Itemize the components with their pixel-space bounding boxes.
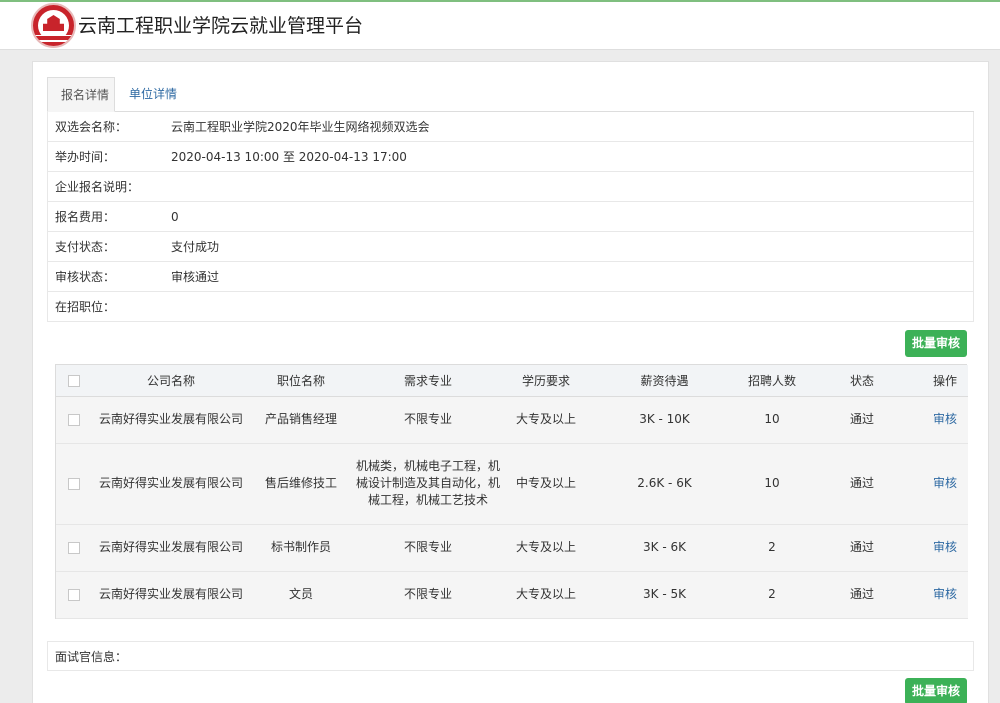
row-select-cell	[56, 571, 91, 619]
column-header: 招聘人数	[742, 365, 802, 397]
status-cell: 通过	[802, 443, 922, 525]
info-row-open-positions: 在招职位：	[48, 292, 973, 322]
top-header: 云南工程职业学院云就业管理平台	[0, 0, 1000, 50]
count-cell: 2	[742, 571, 802, 619]
position-cell: 产品销售经理	[251, 396, 351, 444]
row-checkbox[interactable]	[67, 541, 80, 554]
row-checkbox[interactable]	[67, 588, 80, 601]
table-row: 云南好得实业发展有限公司 售后维修技工 机械类，机械电子工程，机械设计制造及其自…	[56, 443, 968, 525]
column-header: 需求专业	[351, 365, 505, 397]
column-header: 学历要求	[505, 365, 587, 397]
review-link[interactable]: 审核	[933, 476, 957, 490]
salary-cell: 3K - 10K	[587, 396, 742, 444]
main-panel: 报名详情 单位详情 双选会名称： 云南工程职业学院2020年毕业生网络视频双选会…	[32, 61, 989, 703]
review-link[interactable]: 审核	[933, 587, 957, 601]
status-cell: 通过	[802, 571, 922, 619]
company-cell: 云南好得实业发展有限公司	[91, 571, 251, 619]
company-cell: 云南好得实业发展有限公司	[91, 396, 251, 444]
info-row-fee: 报名费用： 0	[48, 202, 973, 232]
company-cell: 云南好得实业发展有限公司	[91, 524, 251, 572]
row-select-cell	[56, 443, 91, 525]
tab-bar: 报名详情 单位详情	[47, 77, 974, 112]
registration-info: 双选会名称： 云南工程职业学院2020年毕业生网络视频双选会 举办时间： 202…	[47, 112, 974, 322]
review-link-cell: 审核	[922, 443, 968, 525]
position-cell: 售后维修技工	[251, 443, 351, 525]
row-select-cell	[56, 524, 91, 572]
table-row: 云南好得实业发展有限公司 文员 不限专业 大专及以上 3K - 5K 2 通过 …	[56, 571, 968, 619]
review-link[interactable]: 审核	[933, 540, 957, 554]
position-cell: 文员	[251, 571, 351, 619]
info-label: 在招职位：	[55, 300, 116, 314]
info-label: 企业报名说明：	[55, 180, 140, 194]
column-header: 操作	[922, 365, 968, 397]
major-cell: 不限专业	[351, 524, 505, 572]
info-value: 0	[171, 210, 179, 224]
salary-cell: 3K - 6K	[587, 524, 742, 572]
review-link-cell: 审核	[922, 571, 968, 619]
education-cell: 大专及以上	[505, 571, 587, 619]
info-value: 审核通过	[171, 270, 220, 284]
tab-company-details[interactable]: 单位详情	[116, 77, 186, 112]
status-cell: 通过	[802, 524, 922, 572]
select-all-checkbox[interactable]	[67, 374, 80, 387]
column-header: 薪资待遇	[587, 365, 742, 397]
row-checkbox[interactable]	[67, 413, 80, 426]
table-row: 云南好得实业发展有限公司 标书制作员 不限专业 大专及以上 3K - 6K 2 …	[56, 524, 968, 572]
status-cell: 通过	[802, 396, 922, 444]
interviewer-info-row: 面试官信息：	[47, 641, 974, 671]
info-label: 双选会名称：	[55, 120, 128, 134]
tab-registration-details[interactable]: 报名详情	[47, 77, 115, 112]
site-title: 云南工程职业学院云就业管理平台	[78, 15, 364, 37]
info-value: 支付成功	[171, 240, 220, 254]
info-label: 举办时间：	[55, 150, 116, 164]
company-cell: 云南好得实业发展有限公司	[91, 443, 251, 525]
education-cell: 大专及以上	[505, 524, 587, 572]
salary-cell: 2.6K - 6K	[587, 443, 742, 525]
count-cell: 10	[742, 443, 802, 525]
info-row-fair-name: 双选会名称： 云南工程职业学院2020年毕业生网络视频双选会	[48, 112, 973, 142]
salary-cell: 3K - 5K	[587, 571, 742, 619]
info-value: 2020-04-13 10:00 至 2020-04-13 17:00	[171, 150, 407, 164]
major-cell: 不限专业	[351, 571, 505, 619]
select-all-cell	[56, 365, 91, 397]
info-value: 云南工程职业学院2020年毕业生网络视频双选会	[171, 120, 430, 134]
info-row-time: 举办时间： 2020-04-13 10:00 至 2020-04-13 17:0…	[48, 142, 973, 172]
count-cell: 2	[742, 524, 802, 572]
school-logo	[31, 3, 76, 48]
column-header: 公司名称	[91, 365, 251, 397]
positions-table: 公司名称 职位名称 需求专业 学历要求 薪资待遇 招聘人数 状态 操作 云南好得…	[55, 364, 968, 619]
count-cell: 10	[742, 396, 802, 444]
info-label: 支付状态：	[55, 240, 116, 254]
column-header: 职位名称	[251, 365, 351, 397]
table-row: 云南好得实业发展有限公司 产品销售经理 不限专业 大专及以上 3K - 10K …	[56, 396, 968, 444]
review-link[interactable]: 审核	[933, 412, 957, 426]
info-row-description: 企业报名说明：	[48, 172, 973, 202]
major-cell: 不限专业	[351, 396, 505, 444]
review-link-cell: 审核	[922, 396, 968, 444]
row-checkbox[interactable]	[67, 477, 80, 490]
row-select-cell	[56, 396, 91, 444]
major-cell: 机械类，机械电子工程，机械设计制造及其自动化，机械工程，机械工艺技术	[351, 443, 505, 525]
info-row-review-status: 审核状态： 审核通过	[48, 262, 973, 292]
batch-review-button[interactable]: 批量审核	[905, 330, 967, 357]
info-label: 审核状态：	[55, 270, 116, 284]
info-row-payment-status: 支付状态： 支付成功	[48, 232, 973, 262]
review-link-cell: 审核	[922, 524, 968, 572]
interviewer-label: 面试官信息：	[55, 650, 128, 664]
info-label: 报名费用：	[55, 210, 116, 224]
column-header: 状态	[802, 365, 922, 397]
batch-review-button-bottom[interactable]: 批量审核	[905, 678, 967, 703]
position-cell: 标书制作员	[251, 524, 351, 572]
education-cell: 中专及以上	[505, 443, 587, 525]
education-cell: 大专及以上	[505, 396, 587, 444]
table-header-row: 公司名称 职位名称 需求专业 学历要求 薪资待遇 招聘人数 状态 操作	[56, 365, 968, 397]
